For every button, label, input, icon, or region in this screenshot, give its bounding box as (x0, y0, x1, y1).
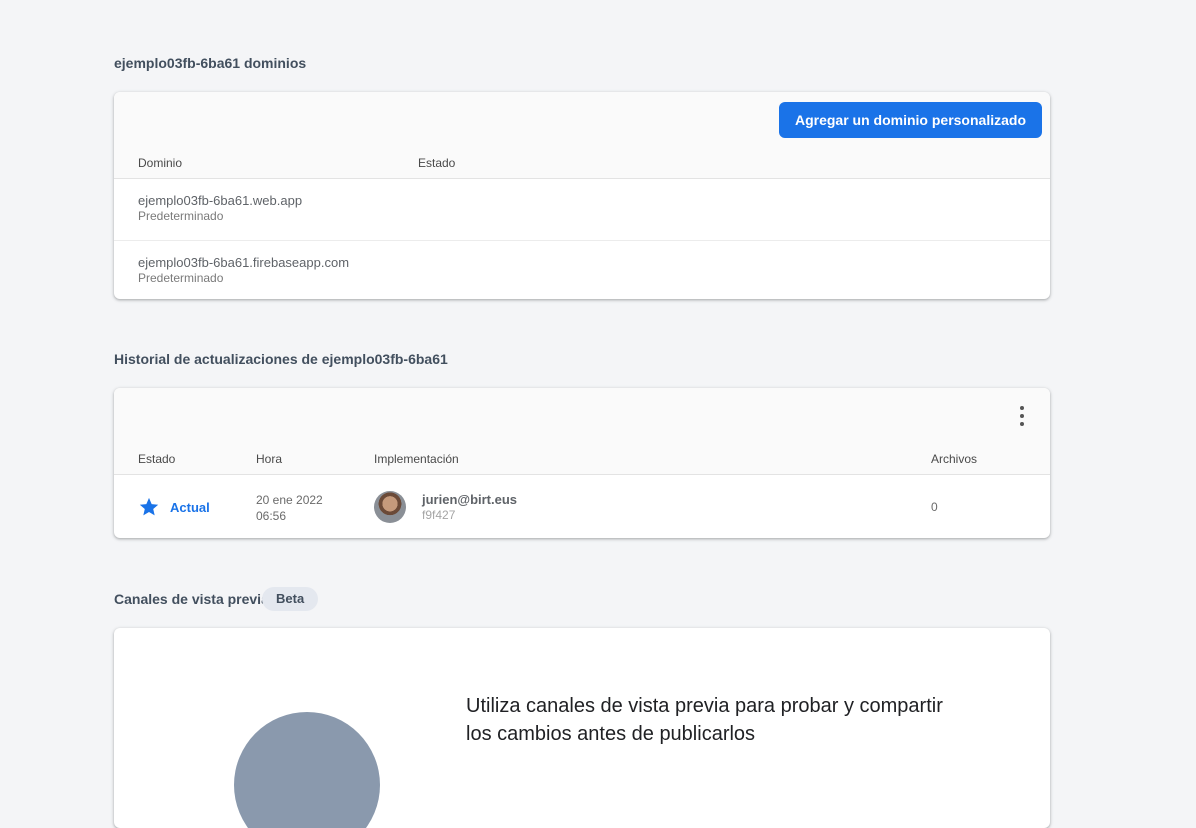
preview-illustration (234, 712, 380, 828)
deploy-hash: f9f427 (422, 508, 456, 522)
history-section-title: Historial de actualizaciones de ejemplo0… (114, 351, 448, 367)
preview-headline: Utiliza canales de vista previa para pro… (466, 695, 943, 745)
avatar (374, 491, 406, 523)
table-row: ejemplo03fb-6ba61.firebaseapp.com Predet… (114, 241, 1050, 299)
preview-card: Utiliza canales de vista previa para pro… (114, 628, 1050, 828)
more-vert-icon[interactable] (1014, 406, 1030, 426)
files-count: 0 (931, 500, 938, 514)
star-icon (139, 497, 159, 516)
deploy-hour: 06:56 (256, 509, 287, 523)
table-row: ejemplo03fb-6ba61.web.app Predeterminado (114, 179, 1050, 241)
domains-section-title: ejemplo03fb-6ba61 dominios (114, 55, 307, 71)
domain-name: ejemplo03fb-6ba61.web.app (138, 193, 303, 208)
status-current-link[interactable]: Actual (170, 500, 210, 515)
domain-default-label: Predeterminado (138, 209, 224, 223)
add-custom-domain-button[interactable]: Agregar un dominio personalizado (778, 102, 1042, 138)
table-row[interactable]: Actual 20 ene 2022 06:56 jurien@birt.eus… (114, 475, 1050, 538)
domains-card: Agregar un dominio personalizado Dominio… (114, 92, 1050, 299)
column-header-status: Estado (138, 452, 176, 466)
deploy-user: jurien@birt.eus (422, 492, 518, 507)
history-card-header: Estado Hora Implementación Archivos (114, 388, 1050, 475)
history-card: Estado Hora Implementación Archivos Actu… (114, 388, 1050, 538)
domain-default-label: Predeterminado (138, 271, 224, 285)
column-header-files: Archivos (931, 452, 978, 466)
deploy-date: 20 ene 2022 (256, 493, 323, 507)
column-header-status: Estado (418, 156, 456, 170)
column-header-deployment: Implementación (374, 452, 459, 466)
column-header-domain: Dominio (138, 156, 183, 170)
column-header-time: Hora (256, 452, 283, 466)
deploy-time: 20 ene 2022 06:56 (256, 492, 323, 524)
domains-card-header: Agregar un dominio personalizado Dominio… (114, 92, 1050, 179)
domain-name: ejemplo03fb-6ba61.firebaseapp.com (138, 255, 350, 270)
beta-badge: Beta (262, 587, 319, 611)
preview-section-title: Canales de vista previa (114, 591, 269, 607)
